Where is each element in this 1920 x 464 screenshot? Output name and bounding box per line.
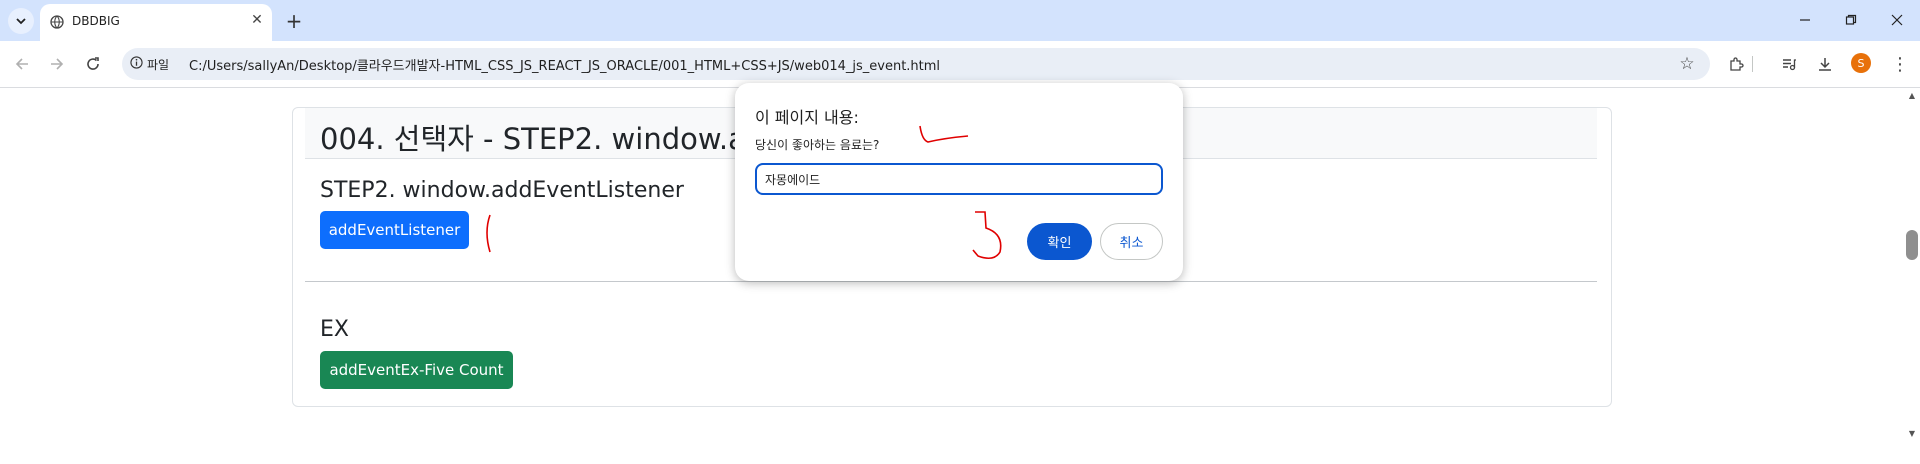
annotation-strokes — [486, 125, 1002, 260]
